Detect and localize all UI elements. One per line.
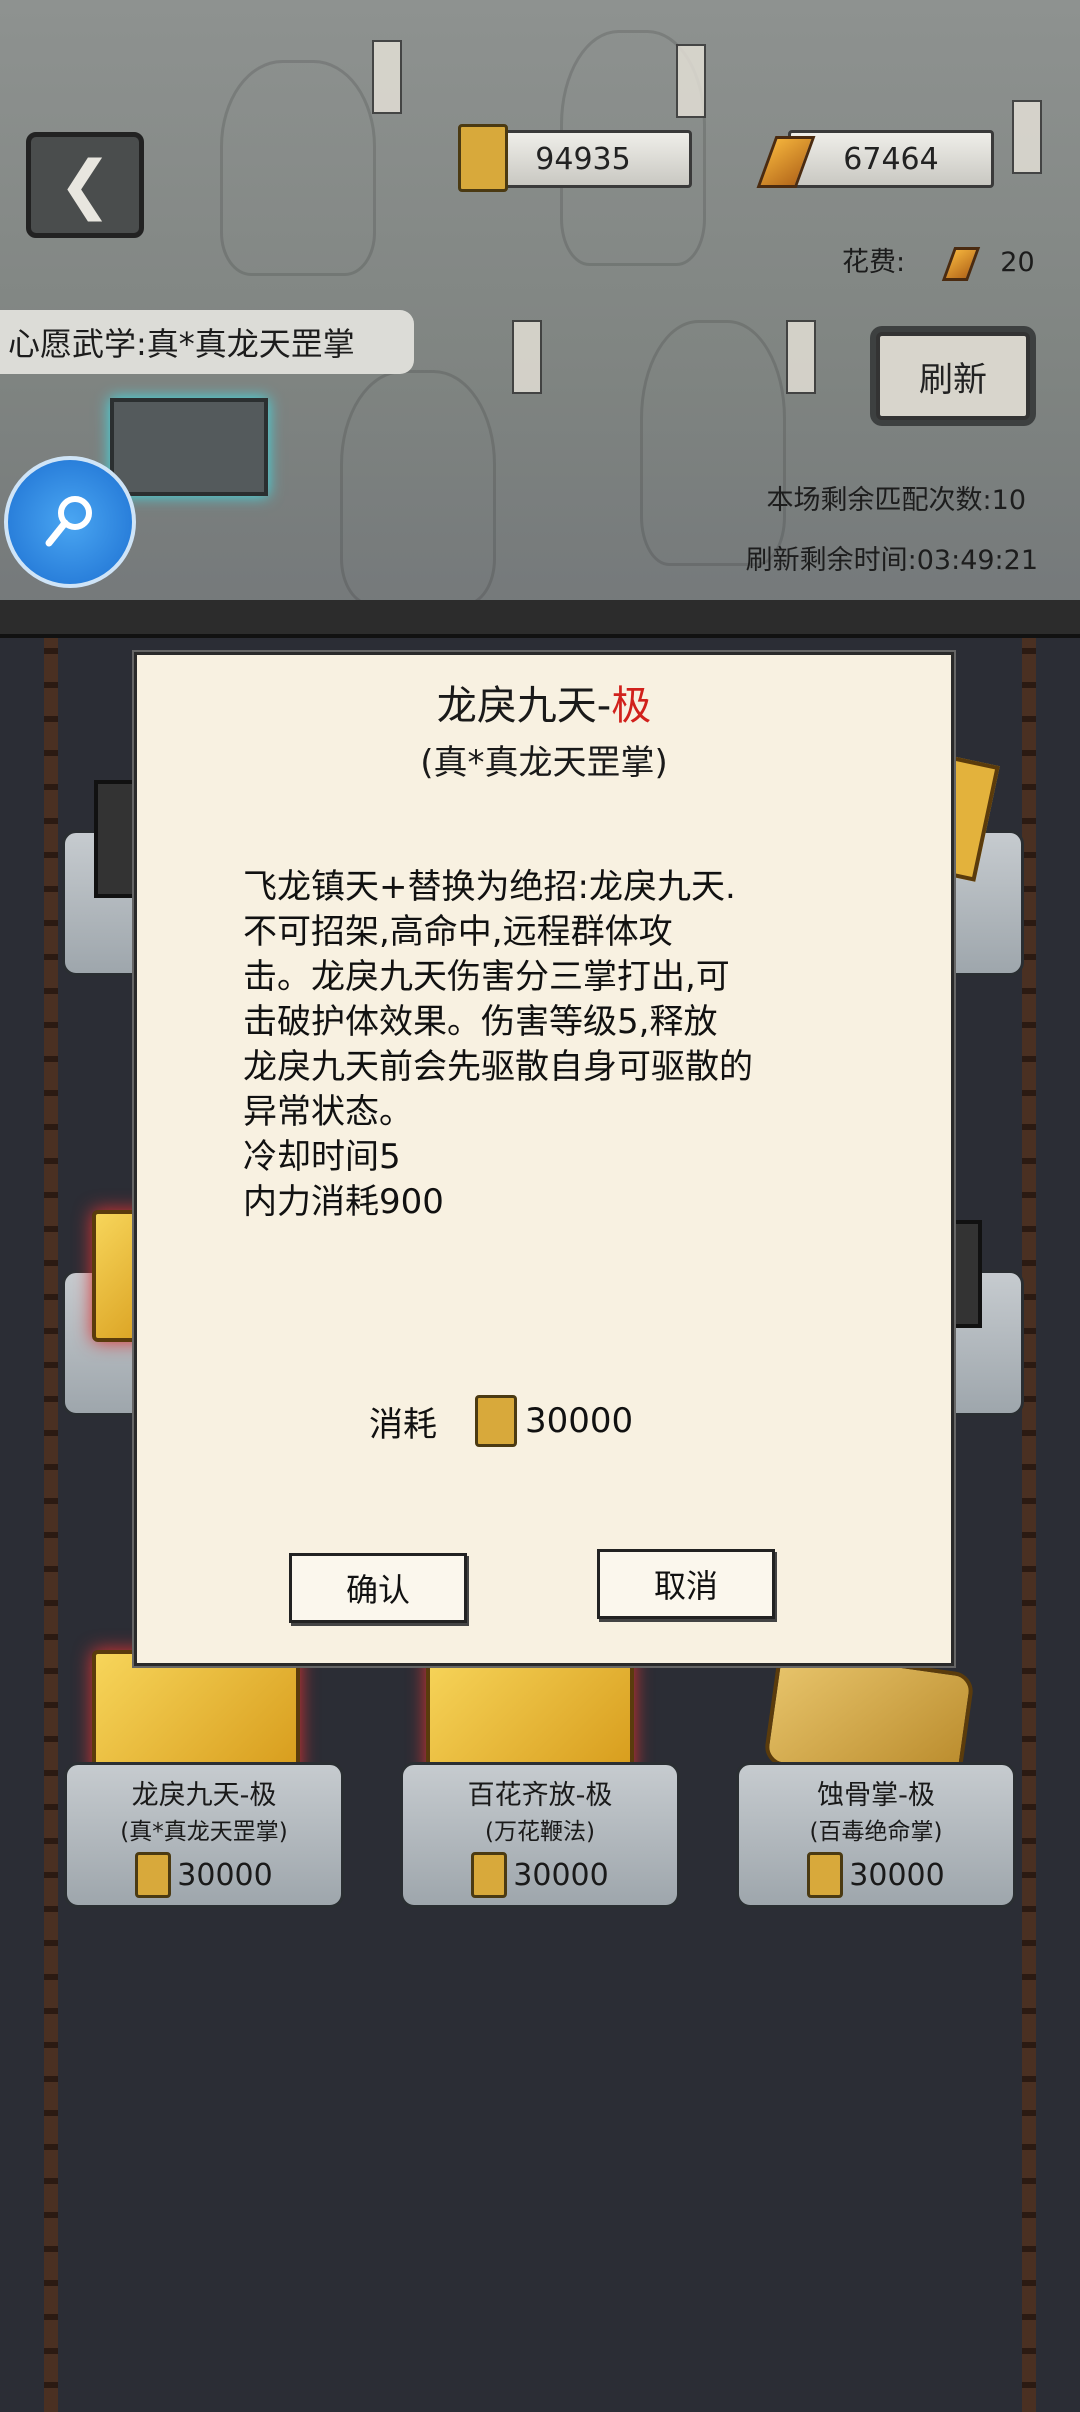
- warrior-figure: [340, 370, 496, 606]
- gold-ingot-icon: [941, 246, 980, 281]
- shelf-item-1[interactable]: 龙戾九天-极 (真*真龙天罡掌) 30000: [64, 1762, 344, 1908]
- shelf-item-2[interactable]: 百花齐放-极 (万花鞭法) 30000: [400, 1762, 680, 1908]
- item-school: (万花鞭法): [485, 1819, 595, 1845]
- item-price: 30000: [403, 1852, 677, 1898]
- purchase-cost-label: 消耗: [369, 1404, 437, 1445]
- shelf-rail: [44, 620, 58, 2412]
- scroll-count: 94935: [535, 141, 631, 177]
- refresh-cost-label: 花费:: [842, 247, 906, 278]
- item-price-value: 30000: [177, 1857, 273, 1893]
- seal-stamp: [512, 320, 542, 394]
- item-name: 蚀骨掌-极: [817, 1780, 935, 1811]
- back-button[interactable]: ❮: [26, 132, 144, 238]
- refresh-button[interactable]: 刷新: [876, 332, 1030, 420]
- signpost-icon[interactable]: [110, 398, 268, 496]
- gold-count: 67464: [843, 141, 939, 177]
- item-price: 30000: [67, 1852, 341, 1898]
- scroll-token-icon: [807, 1852, 844, 1898]
- shelf-top-edge: [0, 600, 1080, 638]
- warrior-figure: [640, 320, 786, 566]
- seal-stamp: [676, 44, 706, 118]
- seal-stamp: [372, 40, 402, 114]
- item-name: 百花齐放-极: [467, 1780, 613, 1811]
- wish-skill-banner: 心愿武学:真*真龙天罡掌: [0, 310, 414, 374]
- remaining-matches-text: 本场剩余匹配次数:10: [766, 485, 1026, 516]
- skill-book-icon: [426, 1650, 634, 1778]
- refresh-cost-value: 20: [1000, 247, 1035, 278]
- dialog-title-tier: 极: [611, 683, 652, 729]
- wish-skill-text: 心愿武学:真*真龙天罡掌: [8, 325, 355, 363]
- scroll-token-icon: [458, 124, 508, 192]
- refresh-timer-text: 刷新剩余时间:03:49:21: [745, 545, 1038, 576]
- shelf-item-3[interactable]: 蚀骨掌-极 (百毒绝命掌) 30000: [736, 1762, 1016, 1908]
- confirm-button[interactable]: 确认: [289, 1553, 467, 1623]
- search-fab-button[interactable]: [4, 456, 136, 588]
- dialog-subtitle: (真*真龙天罡掌): [420, 743, 668, 783]
- refresh-button-label: 刷新: [919, 359, 987, 400]
- shelf-rail: [1022, 620, 1036, 2412]
- gold-currency-display: 67464: [788, 130, 994, 188]
- item-school: (真*真龙天罡掌): [120, 1819, 288, 1845]
- scroll-token-icon: [471, 1852, 508, 1898]
- seal-stamp: [1012, 100, 1042, 174]
- dialog-title: 龙戾九天-极: [137, 673, 951, 731]
- seal-stamp: [786, 320, 816, 394]
- warrior-figure: [220, 60, 376, 276]
- purchase-cost-value: 30000: [525, 1401, 634, 1441]
- confirm-button-label: 确认: [345, 1571, 410, 1609]
- item-price-value: 30000: [513, 1857, 609, 1893]
- skill-description: 飞龙镇天+替换为绝招:龙戾九天. 不可招架,高命中,远程群体攻 击。龙戾九天伤害…: [243, 867, 753, 1222]
- scroll-token-icon: [135, 1852, 172, 1898]
- magnifier-icon: [45, 496, 92, 547]
- item-price: 30000: [739, 1852, 1013, 1898]
- cancel-button[interactable]: 取消: [597, 1549, 775, 1619]
- skill-purchase-dialog: 龙戾九天-极 (真*真龙天罡掌) 飞龙镇天+替换为绝招:龙戾九天. 不可招架,高…: [134, 652, 954, 1666]
- cancel-button-label: 取消: [653, 1567, 718, 1605]
- refresh-cost: 花费: 20: [842, 240, 1035, 281]
- dialog-title-text: 龙戾九天-: [436, 683, 612, 729]
- scroll-token-icon: [475, 1395, 517, 1447]
- skill-book-icon: [92, 1650, 300, 1778]
- item-school: (百毒绝命掌): [809, 1819, 943, 1845]
- item-price-value: 30000: [849, 1857, 945, 1893]
- item-name: 龙戾九天-极: [131, 1780, 277, 1811]
- purchase-cost: 消耗 30000: [369, 1395, 633, 1447]
- chevron-left-icon: ❮: [58, 148, 112, 222]
